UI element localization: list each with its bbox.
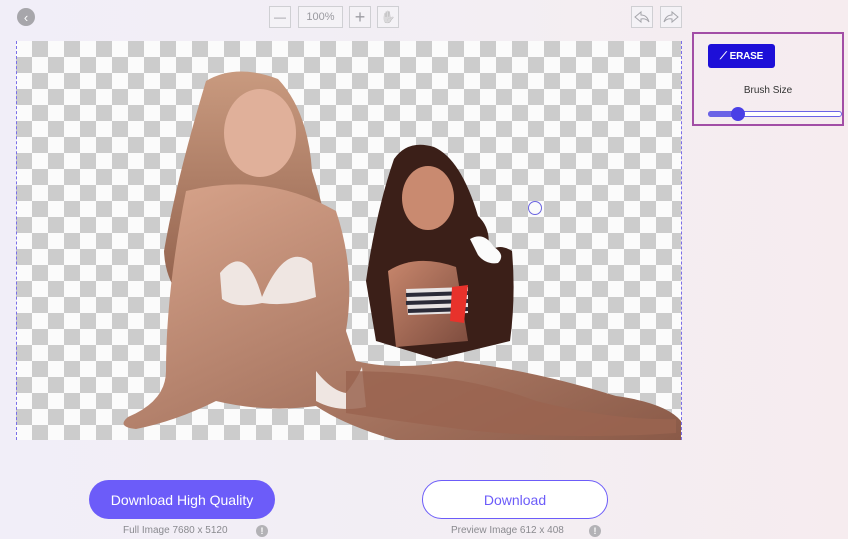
brush-size-slider[interactable] [708, 107, 842, 121]
brush-tool-panel: ⟋ ERASE Brush Size [692, 32, 844, 126]
info-icon-glyph: ! [593, 526, 597, 536]
full-image-caption: Full Image 7680 x 5120 [123, 525, 228, 536]
brush-size-label: Brush Size [743, 85, 793, 96]
undo-arrow-icon [634, 10, 650, 24]
info-icon[interactable]: ! [589, 525, 601, 537]
redo-button[interactable] [660, 6, 682, 28]
download-high-quality-button[interactable]: Download High Quality [89, 480, 275, 519]
hand-icon: ✋ [380, 10, 396, 24]
chevron-left-icon: ‹ [23, 9, 29, 25]
canvas-border-left [16, 41, 17, 440]
info-icon-glyph: ! [260, 526, 264, 536]
zoom-out-button[interactable]: — [269, 6, 291, 28]
editor-canvas[interactable] [16, 41, 681, 440]
plus-icon: + [354, 6, 366, 27]
back-button[interactable]: ‹ [17, 8, 35, 26]
minus-icon: — [274, 10, 286, 24]
canvas-border-right [681, 41, 682, 440]
zoom-level-display: 100% [298, 6, 343, 28]
download-preview-button[interactable]: Download [422, 480, 608, 519]
cutout-image [123, 71, 681, 440]
preview-image-caption: Preview Image 612 x 408 [451, 525, 564, 536]
redo-arrow-icon [663, 10, 679, 24]
brush-icon: ⟋ [719, 50, 727, 62]
subject-woman-right [366, 144, 514, 359]
erase-button-label: ERASE [729, 50, 764, 62]
zoom-in-button[interactable]: + [349, 6, 371, 28]
erase-button[interactable]: ⟋ ERASE [708, 44, 775, 68]
brush-cursor [528, 201, 542, 215]
pan-tool-button[interactable]: ✋ [377, 6, 399, 28]
info-icon[interactable]: ! [256, 525, 268, 537]
brush-size-slider-thumb[interactable] [731, 107, 746, 121]
undo-button[interactable] [631, 6, 653, 28]
